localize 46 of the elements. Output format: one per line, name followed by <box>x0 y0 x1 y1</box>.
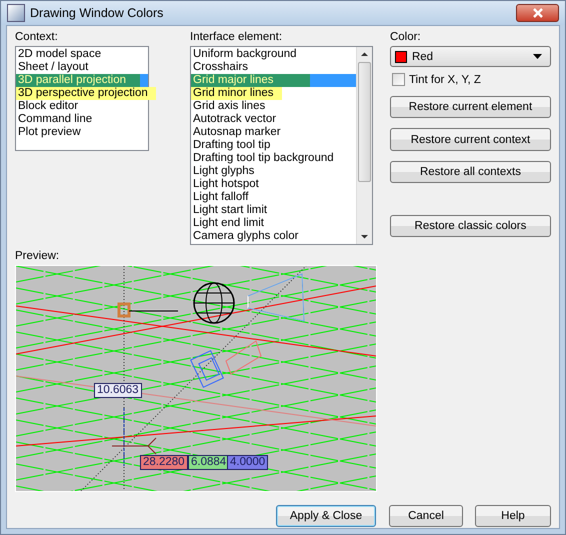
color-value: Red <box>412 50 434 63</box>
interface-element-item[interactable]: Autosnap marker <box>191 126 356 139</box>
preview-label: Preview: <box>15 250 60 262</box>
color-dropdown[interactable]: Red <box>390 46 551 68</box>
context-item[interactable]: 2D model space <box>16 48 148 61</box>
interface-element-item[interactable]: Drafting tool tip <box>191 139 356 152</box>
interface-element-label: Interface element: <box>190 31 284 43</box>
interface-element-item[interactable]: Grid axis lines <box>191 100 356 113</box>
restore-button[interactable]: Restore all contexts <box>390 160 551 183</box>
context-item[interactable]: Command line <box>16 113 148 126</box>
interface-element-item[interactable]: Drafting tool tip background <box>191 152 356 165</box>
dimension-input-field[interactable]: 28.2280 <box>140 455 188 470</box>
close-button[interactable] <box>516 4 559 22</box>
context-label: Context: <box>15 31 59 43</box>
interface-element-item[interactable]: Camera glyphs color <box>191 230 356 243</box>
interface-element-item[interactable]: Uniform background <box>191 48 356 61</box>
dialog-button[interactable]: Cancel <box>389 505 463 527</box>
context-item[interactable]: Sheet / layout <box>16 61 148 74</box>
restore-button[interactable]: Restore classic colors <box>390 214 551 237</box>
context-item[interactable]: 3D perspective projection <box>16 87 156 100</box>
window-title: Drawing Window Colors <box>30 6 164 20</box>
close-icon <box>530 8 544 18</box>
tint-label: Tint for X, Y, Z <box>408 74 481 86</box>
interface-element-item[interactable]: Light start limit <box>191 204 356 217</box>
restore-button[interactable]: Restore current context <box>390 128 551 151</box>
context-item[interactable]: Plot preview <box>16 126 148 139</box>
context-item[interactable]: Block editor <box>16 100 148 113</box>
scroll-thumb[interactable] <box>358 62 371 182</box>
dimension-input-field[interactable]: 6.0884 <box>188 455 230 470</box>
interface-element-item[interactable]: Light end limit <box>191 217 356 230</box>
app-logo-icon <box>7 4 25 22</box>
dimension-input-field[interactable]: 10.6063 <box>94 383 142 398</box>
interface-element-item[interactable]: Crosshairs <box>191 61 356 74</box>
interface-element-item[interactable]: Light hotspot <box>191 178 356 191</box>
color-label: Color: <box>390 31 422 43</box>
dialog-button[interactable]: Apply & Close <box>276 505 376 527</box>
dimension-input-field[interactable]: 4.0000 <box>227 455 268 470</box>
interface-element-item[interactable]: Light glyphs <box>191 165 356 178</box>
restore-button[interactable]: Restore current element <box>390 96 551 118</box>
interface-element-item[interactable]: Grid minor lines <box>191 87 282 100</box>
dialog-button[interactable]: Help <box>475 505 551 527</box>
interface-element-item[interactable]: Light falloff <box>191 191 356 204</box>
scrollbar[interactable] <box>356 47 372 244</box>
caret-icon <box>533 54 542 60</box>
interface-element-item[interactable]: Autotrack vector <box>191 113 356 126</box>
tint-checkbox[interactable] <box>392 73 405 86</box>
